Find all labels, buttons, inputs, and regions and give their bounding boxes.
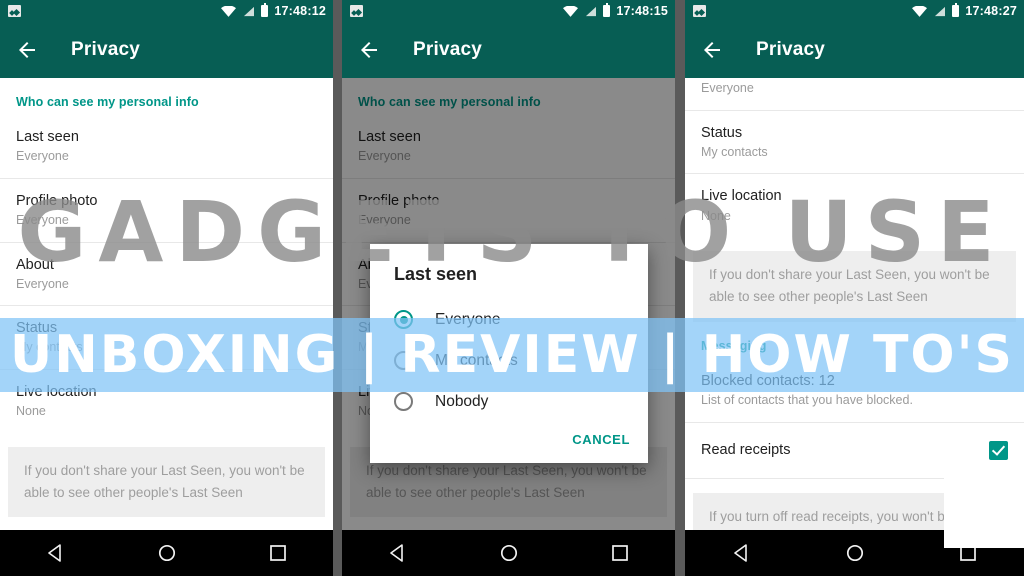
cancel-button[interactable]: CANCEL (572, 432, 630, 447)
android-nav-bar-1 (0, 530, 333, 576)
dialog-option-everyone[interactable]: Everyone (370, 299, 648, 340)
page-title: Privacy (756, 39, 826, 60)
image-icon (8, 5, 21, 17)
settings-list-2: Who can see my personal info Last seen E… (342, 78, 675, 576)
cellular-signal-icon (935, 6, 946, 16)
corner-occluder (944, 468, 1024, 548)
settings-list-1[interactable]: Who can see my personal info Last seen E… (0, 78, 333, 576)
row-value: My contacts (16, 340, 83, 355)
checkbox-checked-icon[interactable] (989, 440, 1008, 460)
battery-icon (261, 3, 269, 17)
nav-recent-apps-icon[interactable] (611, 544, 629, 562)
status-bar-right-icons: 17:48:27 (912, 3, 1017, 18)
radio-selected-icon[interactable] (394, 310, 413, 329)
setting-row-profile-photo[interactable]: Profile photo Everyone (0, 179, 333, 243)
last-seen-help-note: If you don't share your Last Seen, you w… (8, 446, 325, 518)
nav-home-icon[interactable] (157, 543, 177, 563)
panel-divider-2 (675, 0, 685, 576)
setting-row-live-location[interactable]: Live location None (685, 174, 1024, 237)
row-title: Live location (701, 188, 782, 205)
cellular-signal-icon (586, 6, 597, 16)
setting-row-live-location[interactable]: Live location None (0, 370, 333, 433)
row-value: None (16, 404, 46, 419)
dialog-action-bar: CANCEL (370, 422, 648, 463)
wifi-icon (563, 5, 579, 17)
image-icon (350, 5, 363, 17)
nav-back-icon[interactable] (388, 543, 408, 563)
row-title: Status (16, 320, 58, 337)
setting-row-status[interactable]: Status My contacts (0, 306, 333, 370)
status-bar-left-icons (350, 5, 363, 17)
setting-row-last-seen[interactable]: Last seen Everyone (0, 115, 333, 179)
setting-row-blocked-contacts[interactable]: Blocked contacts: 12 List of contacts th… (685, 359, 1024, 423)
wifi-icon (221, 5, 237, 17)
dialog-title: Last seen (394, 264, 478, 284)
dialog-option-label: My contacts (435, 351, 518, 369)
status-bar-2: 17:48:15 (342, 0, 675, 22)
nav-back-icon[interactable] (732, 543, 752, 563)
image-icon (693, 5, 706, 17)
row-value: Everyone (16, 149, 69, 164)
cellular-signal-icon (244, 6, 255, 16)
wifi-icon (912, 5, 928, 17)
row-value: Everyone (16, 212, 69, 227)
battery-icon (952, 3, 960, 17)
status-bar-3: 17:48:27 (685, 0, 1024, 22)
row-value: List of contacts that you have blocked. (701, 392, 913, 407)
nav-home-icon[interactable] (499, 543, 519, 563)
status-bar-right-icons: 17:48:12 (221, 3, 326, 18)
row-value: Everyone (701, 81, 754, 95)
row-title: Read receipts (701, 442, 791, 459)
phone-screen-2: 17:48:15 Privacy Who can see my personal… (342, 0, 675, 576)
row-value: None (701, 208, 731, 223)
back-arrow-icon[interactable] (700, 38, 724, 62)
setting-row-about[interactable]: About Everyone (0, 243, 333, 307)
dialog-option-nobody[interactable]: Nobody (370, 381, 648, 422)
row-value: Everyone (16, 276, 69, 291)
row-title: Blocked contacts: 12 (701, 372, 835, 389)
back-arrow-icon[interactable] (15, 38, 39, 62)
row-title: Last seen (16, 129, 79, 145)
status-clock: 17:48:15 (616, 3, 668, 18)
android-nav-bar-2 (342, 530, 675, 576)
setting-row-status[interactable]: Status My contacts (685, 111, 1024, 175)
nav-home-icon[interactable] (845, 543, 865, 563)
app-bar-1: Privacy (0, 22, 333, 78)
row-value: My contacts (701, 144, 768, 159)
setting-row-clipped-above[interactable]: Everyone (685, 68, 1024, 111)
app-bar-2: Privacy (342, 22, 675, 78)
phone-screen-1: 17:48:12 Privacy Who can see my personal… (0, 0, 333, 576)
section-header-messaging: Messaging (701, 338, 767, 353)
dialog-option-label: Everyone (435, 310, 501, 328)
page-title: Privacy (413, 39, 483, 60)
last-seen-dialog: Last seen Everyone My contacts Nobody CA… (370, 244, 648, 463)
radio-unselected-icon[interactable] (394, 351, 413, 370)
status-bar-left-icons (8, 5, 21, 17)
panel-divider-1 (333, 0, 342, 576)
back-arrow-icon[interactable] (357, 38, 381, 62)
phone-screen-3: 17:48:27 Privacy Everyone Status My cont… (685, 0, 1024, 576)
row-title: About (16, 256, 54, 273)
dialog-option-label: Nobody (435, 392, 489, 410)
last-seen-help-note: If you don't share your Last Seen, you w… (693, 251, 1016, 322)
row-title: Profile photo (16, 192, 98, 209)
status-bar-right-icons: 17:48:15 (563, 3, 668, 18)
status-bar-left-icons (693, 5, 706, 17)
status-bar-1: 17:48:12 (0, 0, 333, 22)
radio-unselected-icon[interactable] (394, 392, 413, 411)
row-title: Status (701, 124, 743, 141)
battery-icon (603, 3, 611, 17)
screenshot-canvas: 17:48:12 Privacy Who can see my personal… (0, 0, 1024, 576)
page-title: Privacy (71, 39, 141, 60)
dialog-option-my-contacts[interactable]: My contacts (370, 340, 648, 381)
row-title: Live location (16, 384, 97, 400)
status-clock: 17:48:12 (274, 3, 326, 18)
status-clock: 17:48:27 (965, 3, 1017, 18)
nav-recent-apps-icon[interactable] (269, 544, 287, 562)
section-header-personal-info: Who can see my personal info (16, 95, 199, 109)
nav-back-icon[interactable] (46, 543, 66, 563)
